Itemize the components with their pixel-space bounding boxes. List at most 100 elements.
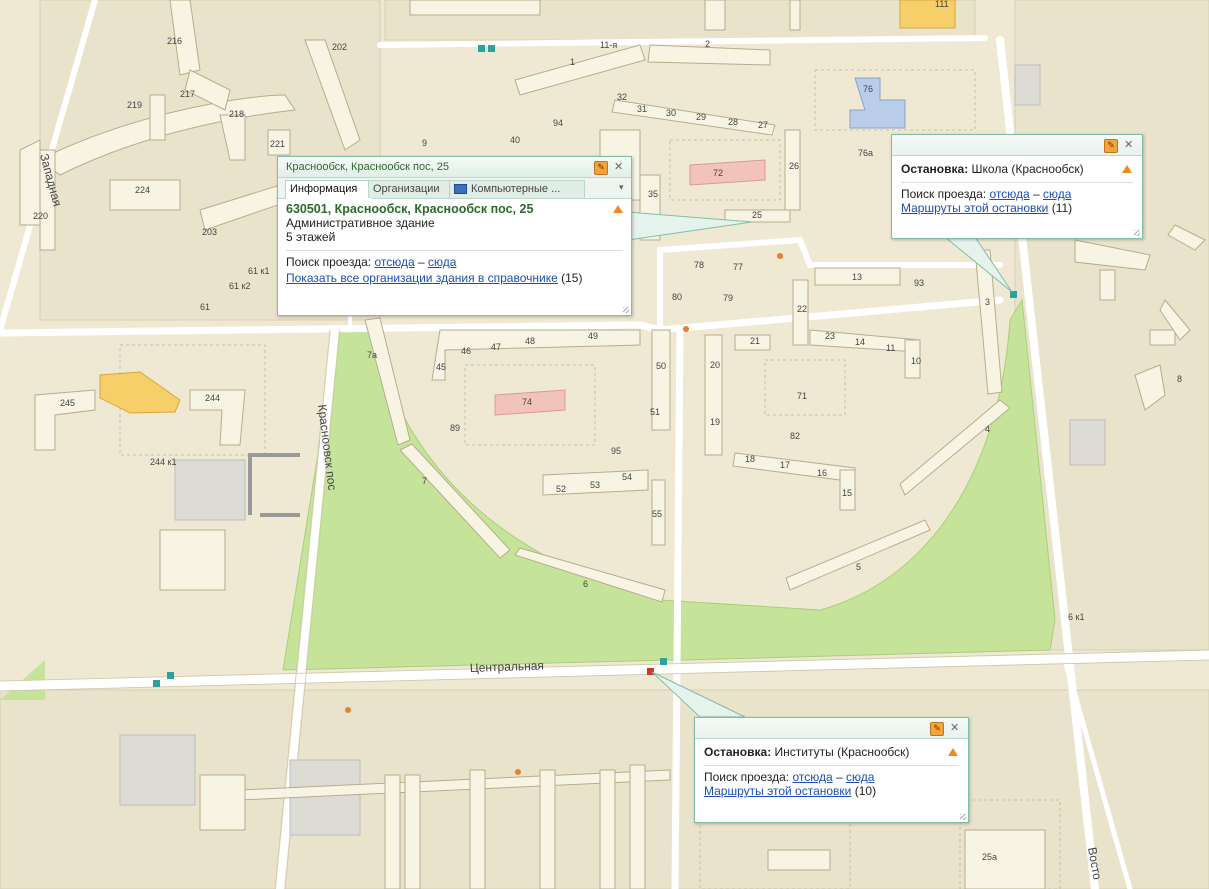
bus-stop-icon-selected [647, 668, 654, 675]
bnum: 216 [167, 36, 182, 46]
bnum: 220 [33, 211, 48, 221]
bnum: 46 [461, 346, 471, 356]
bnum: 21 [750, 336, 760, 346]
bnum: 9 [422, 138, 427, 148]
bnum: 1 [570, 57, 575, 67]
bnum: 93 [914, 278, 924, 288]
route-from-link[interactable]: отсюда [792, 770, 832, 784]
route-to-link[interactable]: сюда [428, 255, 456, 269]
stop-name: Институты (Краснообск) [774, 745, 910, 759]
bnum: 55 [652, 509, 662, 519]
report-error-icon[interactable] [613, 205, 623, 213]
stop-title-row: Остановка: Институты (Краснообск) [704, 745, 959, 759]
routes-count: (10) [854, 784, 877, 798]
pin-icon[interactable]: ✎ [1104, 139, 1118, 153]
bnum: 82 [790, 431, 800, 441]
poi-icon [345, 707, 351, 713]
tab-information[interactable]: Информация [285, 180, 373, 199]
route-from-link[interactable]: отсюда [374, 255, 414, 269]
bnum: 25а [982, 852, 997, 862]
bnum: 202 [332, 42, 347, 52]
close-icon[interactable]: ✕ [950, 721, 959, 734]
tabs-dropdown-icon[interactable]: ▾ [619, 182, 624, 193]
bnum: 6 [583, 579, 588, 589]
monitor-icon [454, 184, 467, 195]
bnum: 28 [728, 117, 738, 127]
bnum: 5 [856, 562, 861, 572]
bnum: 20 [710, 360, 720, 370]
bnum: 11 [886, 343, 895, 353]
route-to-link[interactable]: сюда [846, 770, 874, 784]
building-floors: 5 этажей [286, 230, 336, 244]
bnum: 17 [780, 460, 790, 470]
pin-icon[interactable]: ✎ [930, 722, 944, 736]
bnum: 15 [842, 488, 852, 498]
bnum: 94 [553, 118, 563, 128]
route-dash: – [1032, 187, 1040, 201]
close-icon[interactable]: ✕ [1124, 138, 1133, 151]
bnum: 61 к1 [248, 266, 269, 276]
resize-handle[interactable] [623, 307, 629, 313]
stop-school-popup: ✎ ✕ Остановка: Школа (Краснообск) Поиск … [891, 134, 1143, 239]
bnum: 6 к1 [1068, 612, 1084, 622]
stop-institutes-popup: ✎ ✕ Остановка: Институты (Краснообск) По… [694, 717, 969, 823]
bnum: 19 [710, 417, 720, 427]
bnum: 80 [672, 292, 682, 302]
bnum: 18 [745, 454, 755, 464]
bnum: 218 [229, 109, 244, 119]
building-address: 630501, Краснообск, Краснообск пос, 25 [286, 202, 534, 216]
route-label: Поиск проезда: [704, 770, 790, 784]
bnum: 51 [650, 407, 660, 417]
stop-title-row: Остановка: Школа (Краснообск) [901, 162, 1133, 176]
report-error-icon[interactable] [948, 748, 958, 756]
route-search-row: Поиск проезда: отсюда – сюда [286, 255, 623, 269]
bnum: 25 [752, 210, 762, 220]
bnum: 7a [367, 350, 377, 360]
bnum: 26 [789, 161, 799, 171]
bnum: 77 [733, 262, 743, 272]
bus-stop-icon [660, 658, 667, 665]
route-label: Поиск проезда: [286, 255, 372, 269]
bnum: 23 [825, 331, 835, 341]
bnum: 219 [127, 100, 142, 110]
bnum: 30 [666, 108, 676, 118]
divider [286, 250, 623, 251]
building-info-popup: Краснообск, Краснообск пос, 25 ✎ ✕ Инфор… [277, 156, 632, 316]
building-type: Административное здание [286, 216, 435, 230]
bnum: 29 [696, 112, 706, 122]
stop-routes-link[interactable]: Маршруты этой остановки [901, 201, 1048, 215]
bnum: 47 [491, 342, 501, 352]
stop-label: Остановка: [704, 745, 772, 759]
stop-label: Остановка: [901, 162, 969, 176]
resize-handle[interactable] [1134, 230, 1140, 236]
bnum: 244 к1 [150, 457, 176, 467]
report-error-icon[interactable] [1122, 165, 1132, 173]
building-72 [689, 159, 766, 186]
divider [704, 765, 959, 766]
bnum: 61 [200, 302, 210, 312]
bus-stop-icon [167, 672, 174, 679]
popup-header: ✎ ✕ [892, 135, 1142, 156]
resize-handle[interactable] [960, 814, 966, 820]
poi-icon [777, 253, 783, 259]
stop-routes-link[interactable]: Маршруты этой остановки [704, 784, 851, 798]
bnum: 244 [205, 393, 220, 403]
tab-organizations[interactable]: Организации [368, 180, 454, 198]
pin-icon[interactable]: ✎ [594, 161, 608, 175]
bnum: 79 [723, 293, 733, 303]
routes-row: Маршруты этой остановки (11) [901, 201, 1133, 215]
route-from-link[interactable]: отсюда [989, 187, 1029, 201]
route-to-link[interactable]: сюда [1043, 187, 1071, 201]
show-organizations-link[interactable]: Показать все организации здания в справо… [286, 271, 558, 285]
popup-tabs: Информация Организации Компьютерные ... … [278, 178, 631, 199]
bnum: 71 [797, 391, 807, 401]
divider [901, 182, 1133, 183]
tab-computer[interactable]: Компьютерные ... [449, 180, 585, 198]
bnum: 74 [522, 397, 532, 407]
bnum: 13 [852, 272, 862, 282]
bnum: 50 [656, 361, 666, 371]
close-icon[interactable]: ✕ [614, 160, 623, 173]
bnum: 203 [202, 227, 217, 237]
bus-stop-icon-school [1010, 291, 1017, 298]
bnum: 245 [60, 398, 75, 408]
